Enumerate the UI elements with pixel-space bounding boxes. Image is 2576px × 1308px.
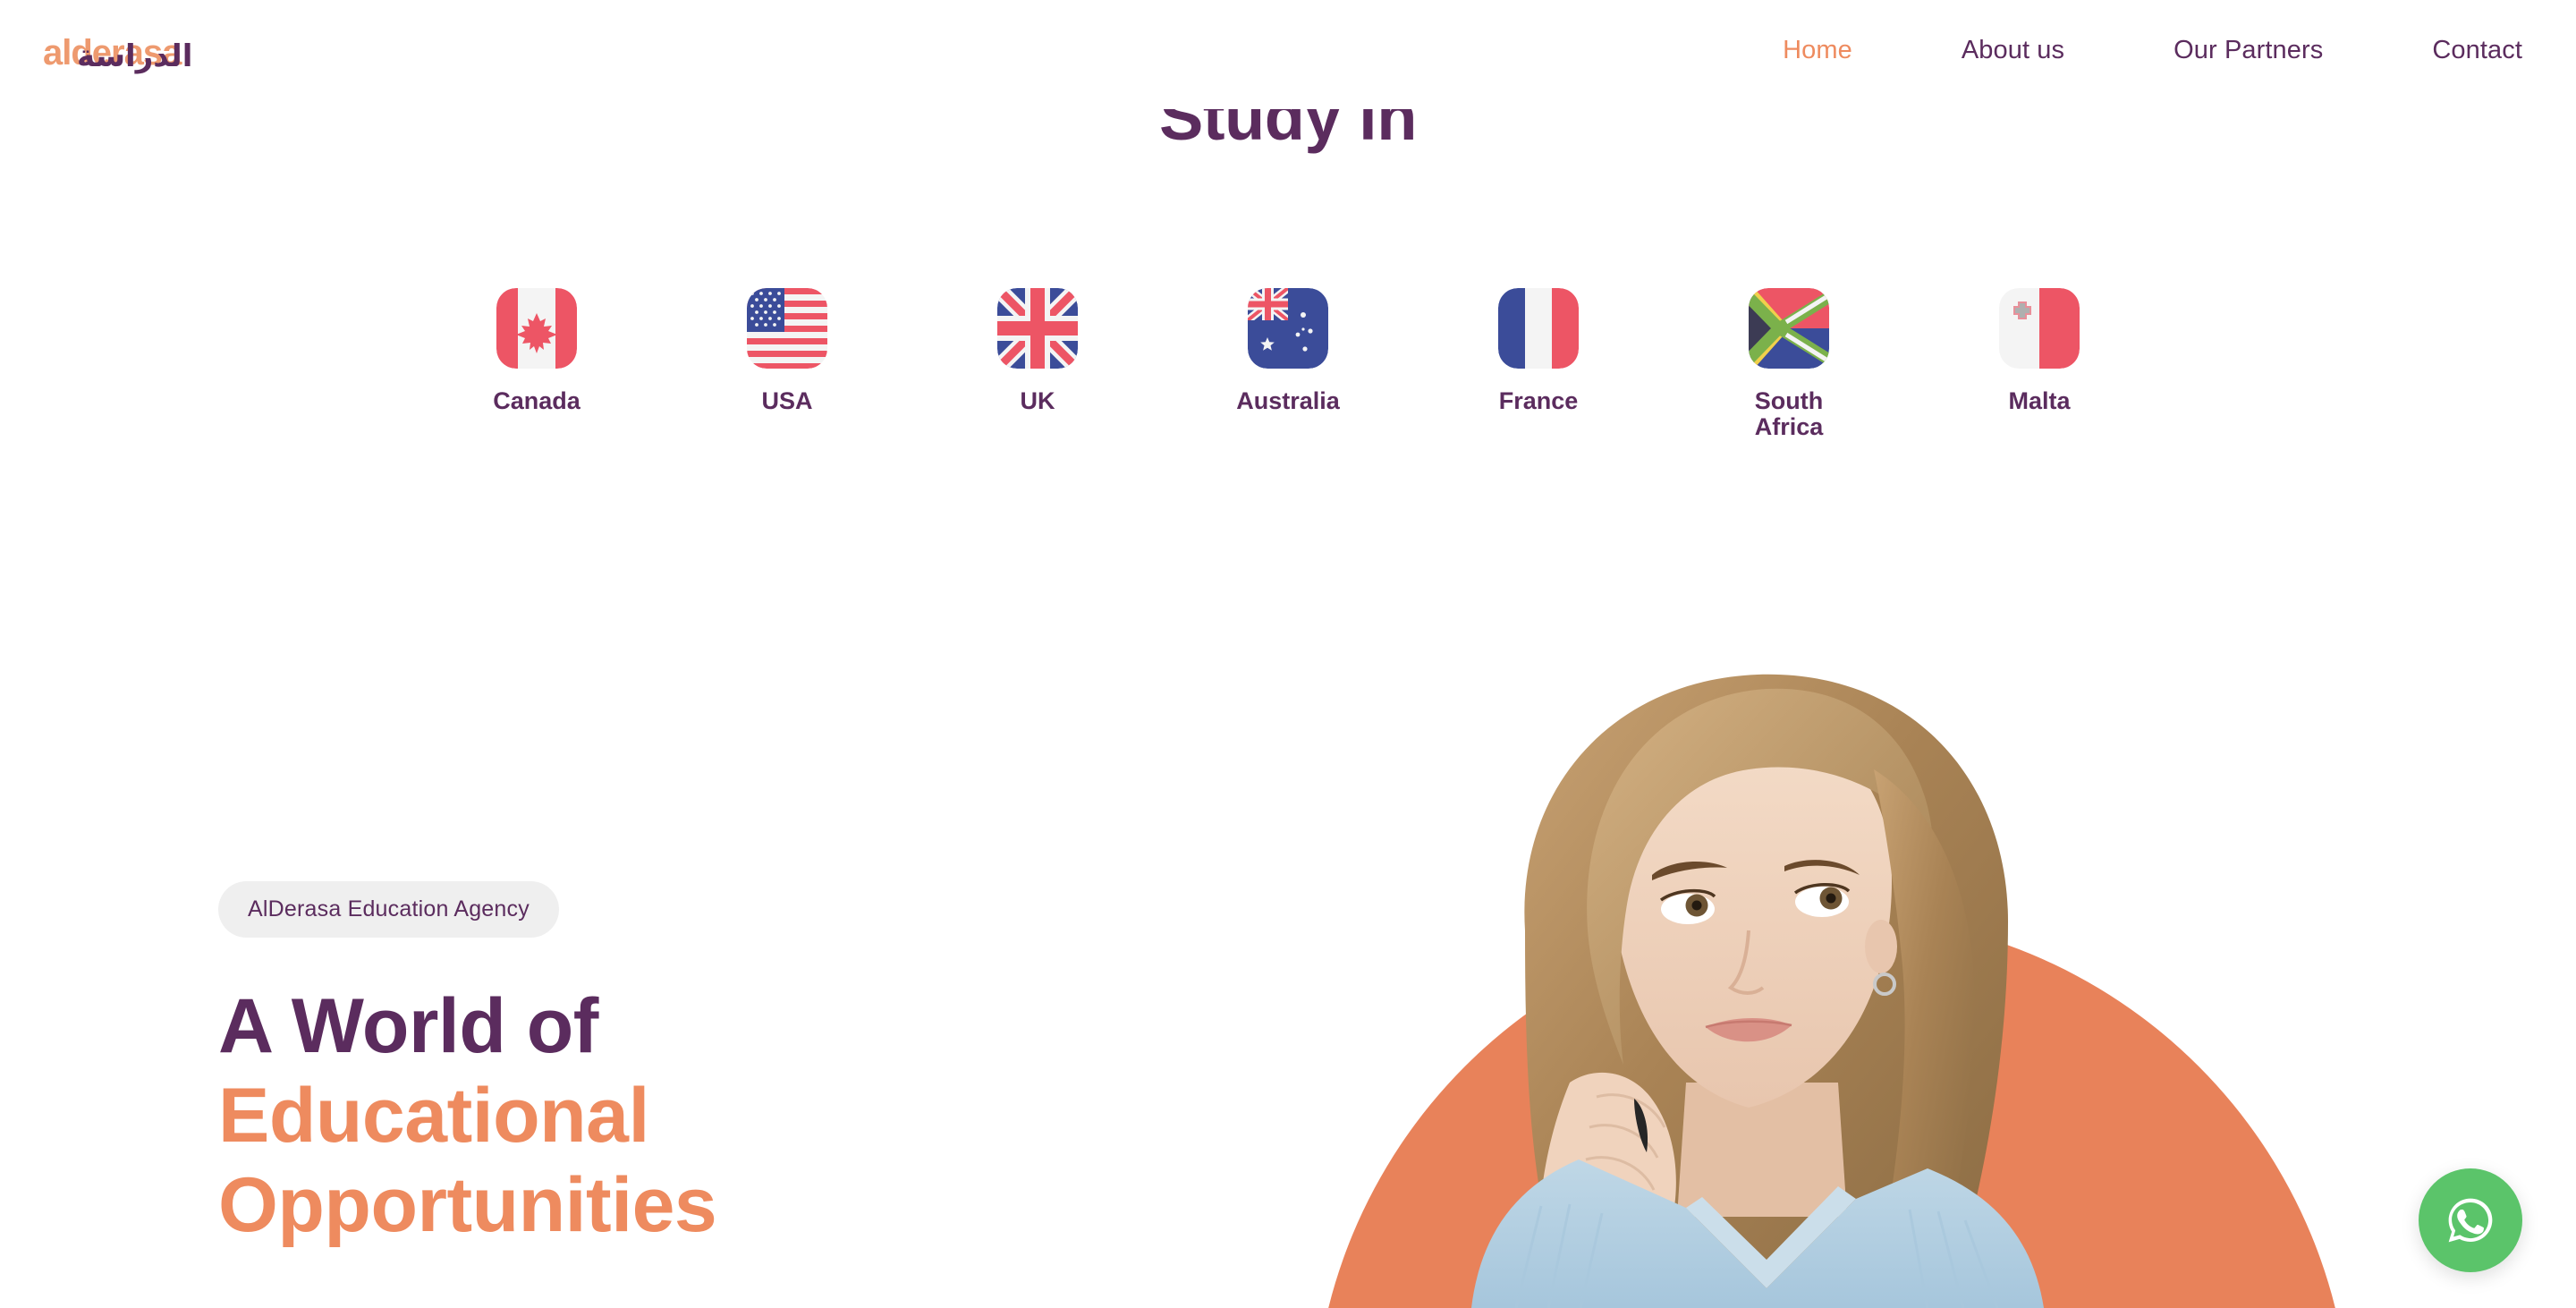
country-label-south-africa: South Africa	[1754, 387, 1824, 440]
country-item-australia[interactable]: Australia	[1163, 288, 1413, 414]
landing-page: alderasa الدراسة Home About us Our Partn…	[0, 0, 2576, 1308]
flag-australia-icon	[1248, 288, 1328, 369]
whatsapp-icon	[2448, 1198, 2493, 1243]
country-label-usa: USA	[761, 387, 813, 414]
country-label-australia: Australia	[1236, 387, 1340, 414]
flag-canada-icon	[496, 288, 577, 369]
main-nav: Home About us Our Partners Contact	[1783, 36, 2522, 65]
hero-copy: AlDerasa Education Agency A World of Edu…	[218, 881, 1166, 1250]
nav-item-about[interactable]: About us	[1962, 36, 2064, 65]
flag-south-africa-icon	[1749, 288, 1829, 369]
nav-item-contact[interactable]: Contact	[2432, 36, 2522, 65]
flag-uk-icon	[997, 288, 1078, 369]
country-label-france: France	[1498, 387, 1579, 414]
hero-image	[1301, 662, 2196, 1308]
country-item-usa[interactable]: USA	[662, 288, 912, 414]
country-label-malta: Malta	[2008, 387, 2071, 414]
country-item-france[interactable]: France	[1413, 288, 1664, 414]
country-label-canada: Canada	[493, 387, 580, 414]
nav-item-partners[interactable]: Our Partners	[2174, 36, 2323, 65]
svg-text:الدراسة: الدراسة	[77, 38, 192, 74]
hero-badge[interactable]: AlDerasa Education Agency	[218, 881, 559, 938]
country-item-uk[interactable]: UK	[912, 288, 1163, 414]
country-flags-row: Canada USA UK Australia France South Afr…	[411, 288, 2165, 439]
flag-usa-icon	[747, 288, 827, 369]
country-item-south-africa[interactable]: South Africa	[1664, 288, 1914, 439]
alderasa-logo[interactable]: alderasa الدراسة	[43, 25, 249, 81]
hero-heading-line-1: A World of	[218, 983, 598, 1069]
flag-france-icon	[1498, 288, 1579, 369]
flag-malta-icon	[1999, 288, 2080, 369]
country-item-canada[interactable]: Canada	[411, 288, 662, 414]
site-header: alderasa الدراسة Home About us Our Partn…	[0, 0, 2576, 109]
hero-heading: A World of Educational Opportunities	[218, 982, 1166, 1250]
hero-heading-line-2: Educational	[218, 1072, 649, 1159]
nav-item-home[interactable]: Home	[1783, 36, 1852, 65]
country-item-malta[interactable]: Malta	[1914, 288, 2165, 414]
alderasa-logo-mark: alderasa الدراسة	[43, 33, 192, 74]
hero-heading-line-3: Opportunities	[218, 1161, 717, 1248]
country-label-uk: UK	[1020, 387, 1055, 414]
whatsapp-float-button[interactable]	[2419, 1168, 2522, 1272]
